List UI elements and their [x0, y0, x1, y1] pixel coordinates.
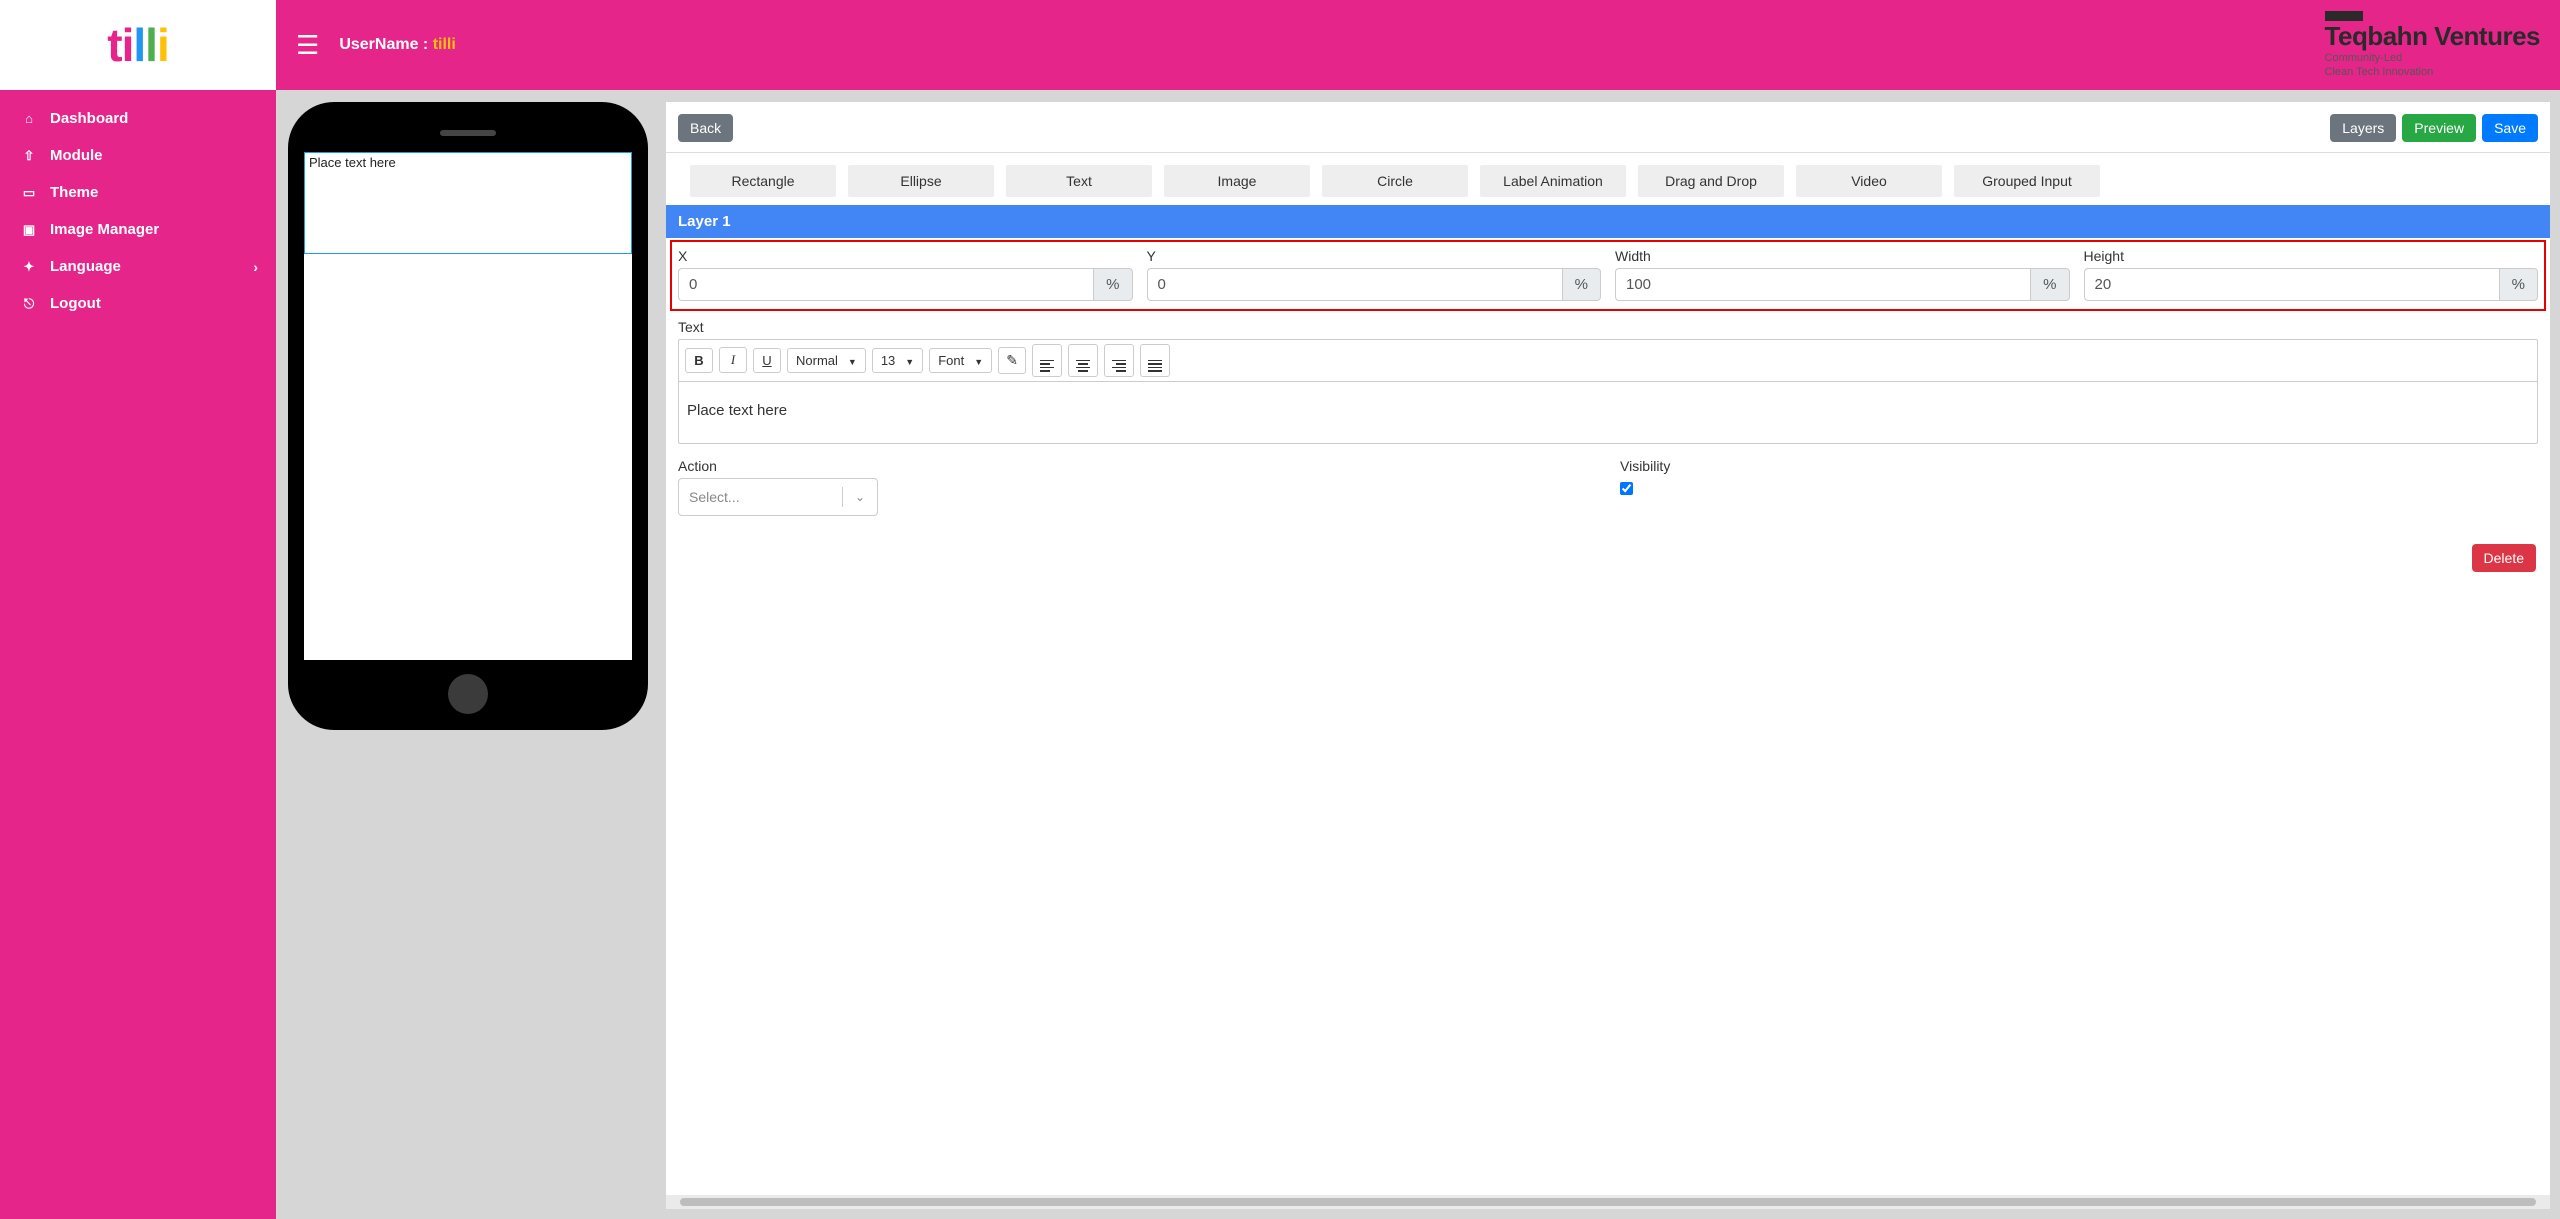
- chevron-right-icon: ›: [253, 259, 258, 275]
- sidebar-item-image-manager[interactable]: ▣ Image Manager: [0, 211, 276, 248]
- layer-header[interactable]: Layer 1: [666, 205, 2550, 238]
- text-editor: B I U Normal 13 Font Place tex: [678, 339, 2538, 444]
- shape-toolbar: Rectangle Ellipse Text Image Circle Labe…: [666, 153, 2550, 205]
- sidebar: ⌂ Dashboard ⇧ Module ▭ Theme ▣ Image Man…: [0, 90, 276, 1219]
- height-input[interactable]: [2084, 268, 2499, 301]
- language-icon: ✦: [18, 259, 40, 275]
- sidebar-item-label: Image Manager: [50, 221, 159, 238]
- visibility-checkbox[interactable]: [1620, 482, 1633, 495]
- brand-name: Teqbahn Ventures: [2325, 23, 2540, 49]
- action-label: Action: [678, 458, 1596, 474]
- y-unit: %: [1562, 268, 1601, 301]
- layers-button[interactable]: Layers: [2330, 114, 2396, 142]
- logout-icon: ⎋: [18, 296, 40, 312]
- shape-text[interactable]: Text: [1006, 165, 1152, 197]
- phone-home-button: [448, 674, 488, 714]
- phone-speaker: [440, 130, 496, 136]
- phone-preview: Place text here: [288, 102, 648, 730]
- sidebar-item-label: Theme: [50, 184, 98, 201]
- style-select[interactable]: Normal: [787, 348, 866, 373]
- brand-sub: Community-Led Clean Tech Innovation: [2325, 51, 2540, 80]
- align-justify-icon[interactable]: [1140, 344, 1170, 377]
- color-picker-icon[interactable]: [998, 347, 1026, 374]
- editor-content[interactable]: Place text here: [679, 382, 2537, 443]
- align-right-icon[interactable]: [1104, 344, 1134, 377]
- sidebar-item-theme[interactable]: ▭ Theme: [0, 174, 276, 211]
- italic-button[interactable]: I: [719, 347, 747, 373]
- sidebar-item-dashboard[interactable]: ⌂ Dashboard: [0, 100, 276, 137]
- sidebar-item-label: Language: [50, 258, 121, 275]
- username-value: tilli: [433, 36, 456, 53]
- upload-icon: ⇧: [18, 148, 40, 164]
- shape-grouped-input[interactable]: Grouped Input: [1954, 165, 2100, 197]
- y-input[interactable]: [1147, 268, 1562, 301]
- height-label: Height: [2084, 248, 2539, 264]
- username-label: UserName :: [339, 36, 432, 53]
- shape-ellipse[interactable]: Ellipse: [848, 165, 994, 197]
- brand-bar: [2325, 11, 2363, 21]
- bold-button[interactable]: B: [685, 348, 713, 373]
- action-placeholder: Select...: [679, 489, 842, 505]
- sidebar-item-language[interactable]: ✦ Language ›: [0, 248, 276, 285]
- sidebar-item-label: Module: [50, 147, 103, 164]
- back-button[interactable]: Back: [678, 114, 733, 142]
- username: UserName : tilli: [339, 36, 455, 54]
- sidebar-item-logout[interactable]: ⎋ Logout: [0, 285, 276, 322]
- position-size-group: X % Y %: [670, 240, 2546, 311]
- align-left-icon[interactable]: [1032, 344, 1062, 377]
- home-icon: ⌂: [18, 111, 40, 126]
- x-unit: %: [1093, 268, 1132, 301]
- height-unit: %: [2499, 268, 2538, 301]
- brand-right: Teqbahn Ventures Community-Led Clean Tec…: [2325, 11, 2540, 80]
- scrollbar-thumb[interactable]: [680, 1198, 2536, 1206]
- shape-circle[interactable]: Circle: [1322, 165, 1468, 197]
- desktop-icon: ▭: [18, 185, 40, 201]
- fontsize-select[interactable]: 13: [872, 348, 923, 373]
- font-select[interactable]: Font: [929, 348, 992, 373]
- canvas-layer-1[interactable]: Place text here: [304, 152, 632, 254]
- workspace: Place text here Back Layers Preview Save: [276, 90, 2560, 1219]
- shape-rectangle[interactable]: Rectangle: [690, 165, 836, 197]
- properties-panel: Back Layers Preview Save Rectangle Ellip…: [666, 102, 2550, 1209]
- x-label: X: [678, 248, 1133, 264]
- logo: tilli: [0, 0, 276, 90]
- sidebar-item-module[interactable]: ⇧ Module: [0, 137, 276, 174]
- hamburger-icon[interactable]: [296, 30, 319, 61]
- save-button[interactable]: Save: [2482, 114, 2538, 142]
- text-section-label: Text: [678, 319, 2538, 335]
- shape-label-animation[interactable]: Label Animation: [1480, 165, 1626, 197]
- sidebar-item-label: Logout: [50, 295, 101, 312]
- chevron-down-icon: ⌄: [843, 490, 877, 504]
- image-icon: ▣: [18, 222, 40, 238]
- shape-drag-and-drop[interactable]: Drag and Drop: [1638, 165, 1784, 197]
- logo-text: tilli: [107, 18, 168, 72]
- header: UserName : tilli Teqbahn Ventures Commun…: [276, 0, 2560, 90]
- x-input[interactable]: [678, 268, 1093, 301]
- editor-toolbar: B I U Normal 13 Font: [679, 340, 2537, 382]
- underline-button[interactable]: U: [753, 348, 781, 373]
- delete-button[interactable]: Delete: [2472, 544, 2536, 572]
- preview-button[interactable]: Preview: [2402, 114, 2476, 142]
- shape-video[interactable]: Video: [1796, 165, 1942, 197]
- width-label: Width: [1615, 248, 2070, 264]
- visibility-label: Visibility: [1620, 458, 2538, 474]
- width-unit: %: [2030, 268, 2069, 301]
- align-center-icon[interactable]: [1068, 344, 1098, 377]
- y-label: Y: [1147, 248, 1602, 264]
- sidebar-item-label: Dashboard: [50, 110, 128, 127]
- width-input[interactable]: [1615, 268, 2030, 301]
- horizontal-scrollbar[interactable]: [666, 1195, 2550, 1209]
- phone-screen[interactable]: Place text here: [304, 152, 632, 660]
- shape-image[interactable]: Image: [1164, 165, 1310, 197]
- action-select[interactable]: Select... ⌄: [678, 478, 878, 516]
